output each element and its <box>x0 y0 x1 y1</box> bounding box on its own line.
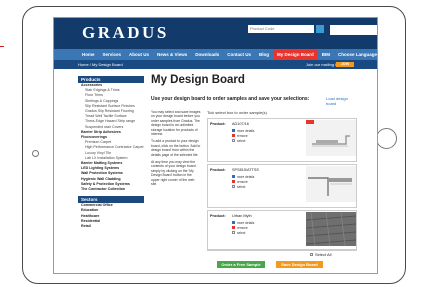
nav-design-board[interactable]: My Design Board <box>273 49 318 60</box>
save-design-board-button[interactable]: Save Design Board <box>276 261 323 268</box>
product-label: Product: <box>210 214 226 218</box>
site-search-input[interactable] <box>330 25 377 35</box>
select-all-label[interactable]: Select All <box>315 252 331 257</box>
tick-instruction: Tick select box to order sample(s) <box>207 110 267 115</box>
help-paragraph: To add a product to your design board, c… <box>151 139 201 157</box>
products-list: Accessories Stair Edgings & Trims Floor Tr… <box>78 83 144 192</box>
help-paragraph: At any time you may view the contents of… <box>151 160 196 187</box>
product-code-input[interactable] <box>248 25 314 33</box>
sidebar: Products Accessories Stair Edgings & Trim… <box>78 76 144 273</box>
nav-services[interactable]: Services <box>99 49 126 60</box>
more-details-icon[interactable] <box>232 221 235 224</box>
product-card: Product: AD107/16 more details remove se… <box>207 118 357 162</box>
site-logo[interactable]: GRADUS <box>82 23 169 43</box>
product-search-button[interactable] <box>316 25 324 33</box>
tablet-screen: GRADUS t in Home Services About Us News … <box>53 17 378 274</box>
page-title: My Design Board <box>151 74 245 86</box>
sidebar-item-sector[interactable]: Retail <box>78 224 144 229</box>
site-header: GRADUS t in <box>54 18 377 49</box>
main-nav: Home Services About Us News & Views Down… <box>54 49 377 60</box>
edge-mark <box>0 46 4 47</box>
more-details-link[interactable]: more details <box>237 129 254 133</box>
mailing-list-label: Join our mailing list <box>306 62 341 67</box>
nav-bim[interactable]: BIM <box>318 49 334 60</box>
more-details-link[interactable]: more details <box>237 175 254 179</box>
nav-downloads[interactable]: Downloads <box>191 49 223 60</box>
more-details-link[interactable]: more details <box>237 221 254 225</box>
products-heading: Products <box>78 76 144 83</box>
remove-icon[interactable] <box>232 226 235 229</box>
home-button[interactable] <box>376 128 397 149</box>
product-image[interactable] <box>306 166 356 202</box>
sidebar-item-product[interactable]: High Performance Contractor Carpet <box>78 145 144 150</box>
main-content: My Design Board Use your design board to… <box>151 74 357 273</box>
nav-language[interactable]: Choose Language <box>334 49 377 60</box>
sectors-list: Commercial Office Education Healthcare Resi… <box>78 203 144 229</box>
product-name[interactable]: SPS815/ATTSS <box>232 168 259 172</box>
select-checkbox[interactable] <box>232 185 235 188</box>
new-badge <box>306 120 314 124</box>
intro-text: Use your design board to order samples a… <box>151 96 310 102</box>
remove-link[interactable]: remove <box>237 180 248 184</box>
breadcrumb[interactable]: Home / My Design Board <box>78 60 123 69</box>
product-image[interactable] <box>305 211 357 247</box>
product-card: Product: Urban Myth more details remove … <box>207 210 357 250</box>
select-all-row: Select All <box>207 250 357 258</box>
select-checkbox[interactable] <box>232 231 235 234</box>
breadcrumb-bar: Home / My Design Board Join our mailing … <box>54 60 377 69</box>
nav-contact[interactable]: Contact Us <box>223 49 255 60</box>
sectors-heading: Sectors <box>78 196 144 204</box>
product-name[interactable]: AD107/16 <box>232 122 249 126</box>
select-label: select <box>237 184 246 189</box>
remove-icon[interactable] <box>232 180 235 183</box>
select-checkbox[interactable] <box>232 139 235 142</box>
more-details-icon[interactable] <box>232 129 235 132</box>
product-card: Product: SPS815/ATTSS more details remov… <box>207 164 357 208</box>
remove-icon[interactable] <box>232 134 235 137</box>
more-details-icon[interactable] <box>232 175 235 178</box>
select-all-checkbox[interactable] <box>310 253 313 256</box>
remove-link[interactable]: remove <box>237 226 248 230</box>
remove-link[interactable]: remove <box>237 134 248 138</box>
sidebar-item-product[interactable]: The Contractor Collection <box>78 187 144 192</box>
load-design-board-link[interactable]: Load design board <box>326 96 357 106</box>
product-label: Product: <box>210 168 226 172</box>
sidebar-item-product[interactable]: Thera-Edge Hazard Strip range <box>78 119 144 124</box>
product-label: Product: <box>210 122 226 126</box>
help-text: You may select and save images on your d… <box>151 110 201 190</box>
join-button[interactable]: JOIN <box>336 62 354 67</box>
camera-icon <box>32 150 39 157</box>
help-paragraph: You may select and save images on your d… <box>151 110 201 137</box>
nav-home[interactable]: Home <box>78 49 99 60</box>
order-sample-button[interactable]: Order a Free Sample <box>217 261 265 268</box>
nav-blog[interactable]: Blog <box>255 49 273 60</box>
nav-about[interactable]: About Us <box>125 49 153 60</box>
select-label: select <box>237 138 246 143</box>
product-name[interactable]: Urban Myth <box>232 214 252 218</box>
product-image[interactable] <box>306 120 356 156</box>
select-label: select <box>237 230 246 235</box>
nav-news[interactable]: News & Views <box>153 49 191 60</box>
